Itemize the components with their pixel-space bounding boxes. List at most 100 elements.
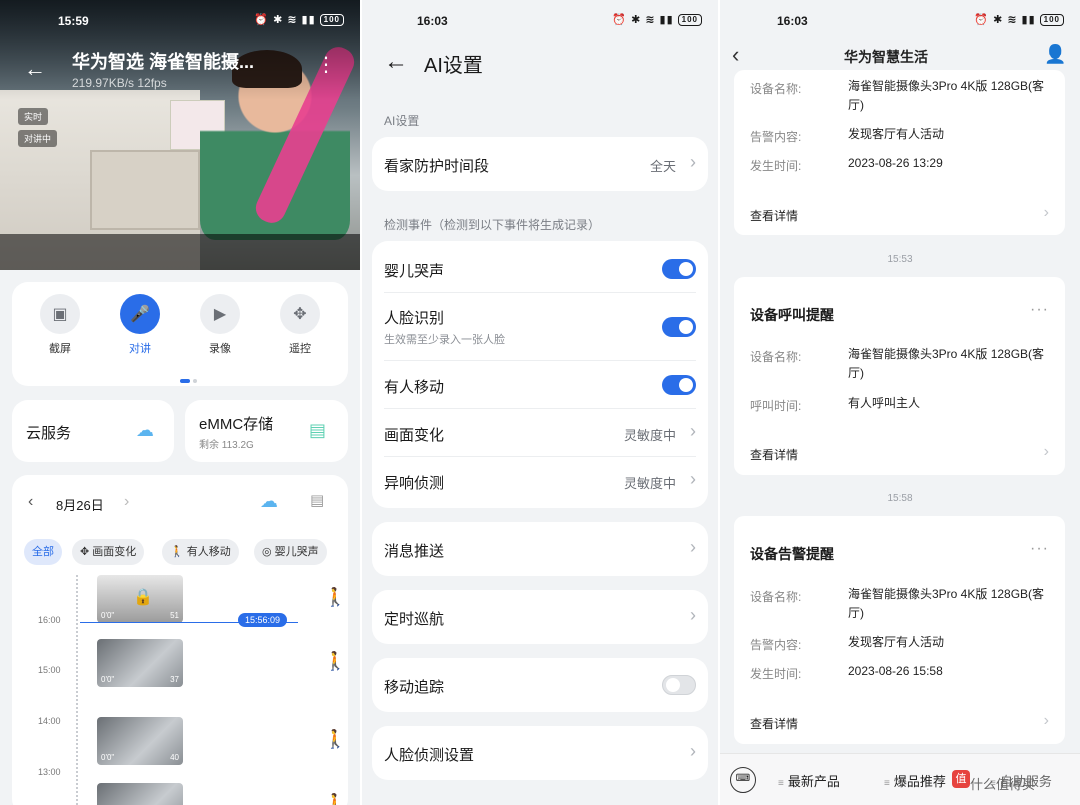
- back-arrow-icon[interactable]: ‹: [732, 42, 739, 68]
- wifi-icon: ≋: [645, 14, 656, 26]
- guard-period-card[interactable]: 看家防护时间段 全天 ›: [372, 137, 708, 191]
- cruise-row[interactable]: 定时巡航 ›: [372, 593, 708, 641]
- field-key: 设备名称:: [750, 590, 802, 604]
- video-record-icon: ▶: [200, 294, 240, 334]
- filter-chip-scene-change[interactable]: ✥ 画面变化: [72, 539, 145, 565]
- field-value: 有人呼叫主人: [848, 396, 921, 410]
- field-key: 设备名称:: [750, 350, 802, 364]
- next-date-icon[interactable]: ›: [124, 493, 129, 511]
- field-value: 发现客厅有人活动: [848, 635, 945, 649]
- more-options-icon[interactable]: ⋮: [316, 52, 336, 77]
- thumb-count: 40: [170, 753, 179, 762]
- filter-chip-person-moving[interactable]: 🚶 有人移动: [162, 539, 239, 565]
- alarm-message-card[interactable]: 设备名称: 海雀智能摄像头3Pro 4K版 128GB(客厅) 告警内容: 发现…: [734, 70, 1065, 235]
- menu-icon: ≡: [778, 778, 784, 789]
- guard-period-row[interactable]: 看家防护时间段 全天 ›: [372, 140, 708, 188]
- chevron-right-icon: ›: [690, 605, 696, 625]
- face-settings-card[interactable]: 人脸侦测设置 ›: [372, 726, 708, 780]
- timeline-label-1600: 16:00: [38, 615, 61, 625]
- walking-person-icon: 🚶: [324, 729, 347, 749]
- timeline-label-1300: 13:00: [38, 767, 61, 777]
- field-key: 发生时间:: [750, 667, 802, 681]
- more-horizontal-icon[interactable]: ···: [1030, 301, 1049, 319]
- menu-icon: ≡: [884, 778, 890, 789]
- menu-tab-hot-products[interactable]: ≡ 爆品推荐: [884, 771, 946, 790]
- thumb-duration: 0'0": [101, 675, 115, 684]
- more-horizontal-icon[interactable]: ···: [1030, 540, 1049, 558]
- action-screenshot-label: 截屏: [49, 343, 71, 355]
- menu-tab-new-products[interactable]: ≡ 最新产品: [778, 771, 840, 790]
- ai-settings-panel: 16:03 ⏰ ✱ ≋ ▮▮ 100 ← AI设置 AI设置 看家防护时间段 全…: [362, 0, 718, 805]
- cloud-service-title: 云服务: [26, 425, 72, 442]
- cruise-card[interactable]: 定时巡航 ›: [372, 590, 708, 644]
- filter-chip-baby-crying[interactable]: ◎ 婴儿哭声: [254, 539, 327, 565]
- back-arrow-icon[interactable]: ←: [384, 48, 408, 76]
- video-control-bar: [0, 234, 360, 270]
- event-row-person-moving[interactable]: 有人移动: [372, 361, 708, 409]
- face-settings-row[interactable]: 人脸侦测设置 ›: [372, 729, 708, 777]
- field-key: 告警内容:: [750, 638, 802, 652]
- recording-thumbnail[interactable]: [97, 783, 183, 805]
- microphone-icon: 🎤: [120, 294, 160, 334]
- field-value: 海雀智能摄像头3Pro 4K版 128GB(客厅): [848, 587, 1045, 620]
- storage-chip-icon: ▤: [309, 420, 327, 440]
- call-message-card[interactable]: 设备呼叫提醒 ··· 设备名称: 海雀智能摄像头3Pro 4K版 128GB(客…: [734, 277, 1065, 475]
- back-arrow-icon[interactable]: ←: [24, 56, 46, 82]
- recording-thumbnail[interactable]: 0'0" 37: [97, 639, 183, 687]
- event-row-face-recognition[interactable]: 人脸识别 生效需至少录入一张人脸: [372, 293, 708, 361]
- action-intercom[interactable]: 🎤 对讲: [110, 294, 170, 356]
- face-settings-label: 人脸侦测设置: [384, 747, 475, 764]
- local-storage-icon[interactable]: ▤: [310, 491, 324, 509]
- user-profile-icon[interactable]: 👤: [1044, 44, 1066, 65]
- wifi-icon: ≋: [1007, 14, 1018, 26]
- message-title: 设备呼叫提醒: [750, 307, 834, 323]
- prev-date-icon[interactable]: ‹: [28, 493, 33, 511]
- status-time: 16:03: [777, 14, 808, 28]
- timeline-card: ‹ 8月26日 › ☁ ▤ 全部 ✥ 画面变化 🚶 有人移动 ◎ 婴儿哭声 16…: [12, 475, 348, 805]
- walking-person-icon: 🚶: [170, 546, 187, 558]
- filter-chip-all[interactable]: 全部: [24, 539, 62, 565]
- cloud-playback-icon[interactable]: ☁: [260, 491, 278, 512]
- field-key: 设备名称:: [750, 82, 802, 96]
- view-details-link[interactable]: 查看详情: [750, 715, 798, 732]
- push-row[interactable]: 消息推送 ›: [372, 525, 708, 573]
- baby-crying-toggle[interactable]: [662, 259, 696, 279]
- chevron-right-icon: ›: [1043, 204, 1049, 221]
- action-screenshot[interactable]: ▣ 截屏: [30, 294, 90, 356]
- storage-card[interactable]: eMMC存储 剩余 113.2G ▤: [185, 400, 348, 462]
- live-badge: 实时: [18, 108, 49, 125]
- view-details-link[interactable]: 查看详情: [750, 446, 798, 463]
- timeline-date: 8月26日: [56, 498, 104, 513]
- event-row-scene-change[interactable]: 画面变化 灵敏度中 ›: [372, 409, 708, 457]
- motion-tracking-toggle[interactable]: [662, 675, 696, 695]
- face-recognition-toggle[interactable]: [662, 317, 696, 337]
- recording-thumbnail[interactable]: 🔒 0'0" 51: [97, 575, 183, 623]
- talking-badge: 对讲中: [18, 130, 58, 147]
- tracking-card: 移动追踪: [372, 658, 708, 712]
- cloud-service-card[interactable]: 云服务 ☁: [12, 400, 174, 462]
- page-indicator: [180, 370, 200, 388]
- video-scene-shelf: [90, 150, 200, 230]
- alarm-message-card[interactable]: 设备告警提醒 ··· 设备名称: 海雀智能摄像头3Pro 4K版 128GB(客…: [734, 516, 1065, 744]
- event-row-sound-detect[interactable]: 异响侦测 灵敏度中 ›: [372, 457, 708, 505]
- bottom-menu-bar: ⌨ ≡ 最新产品 ≡ 爆品推荐 ≡ 自助服务 值 什么值得买: [720, 753, 1080, 805]
- status-icons: ⏰ ✱ ≋ ▮▮ 100: [612, 13, 702, 26]
- page-title: AI设置: [424, 55, 483, 77]
- walking-person-icon: 🚶: [324, 651, 347, 671]
- event-row-baby-crying[interactable]: 婴儿哭声: [372, 245, 708, 293]
- chevron-right-icon: ›: [1043, 712, 1049, 729]
- push-label: 消息推送: [384, 543, 445, 560]
- message-timestamp: 15:58: [887, 493, 913, 504]
- recording-thumbnail[interactable]: 0'0" 40: [97, 717, 183, 765]
- view-details-link[interactable]: 查看详情: [750, 207, 798, 224]
- notification-panel: 16:03 ⏰ ✱ ≋ ▮▮ 100 ‹ 华为智慧生活 👤 设备名称: 海雀智能…: [720, 0, 1080, 805]
- keyboard-icon[interactable]: ⌨: [730, 767, 756, 793]
- person-moving-toggle[interactable]: [662, 375, 696, 395]
- action-record[interactable]: ▶ 录像: [190, 294, 250, 356]
- battery-icon: 100: [677, 13, 702, 26]
- push-card[interactable]: 消息推送 ›: [372, 522, 708, 576]
- tracking-label: 移动追踪: [384, 679, 445, 696]
- action-remote[interactable]: ✥ 遥控: [270, 294, 330, 356]
- tracking-row[interactable]: 移动追踪: [372, 661, 708, 709]
- status-bar: 16:03 ⏰ ✱ ≋ ▮▮ 100: [362, 0, 718, 40]
